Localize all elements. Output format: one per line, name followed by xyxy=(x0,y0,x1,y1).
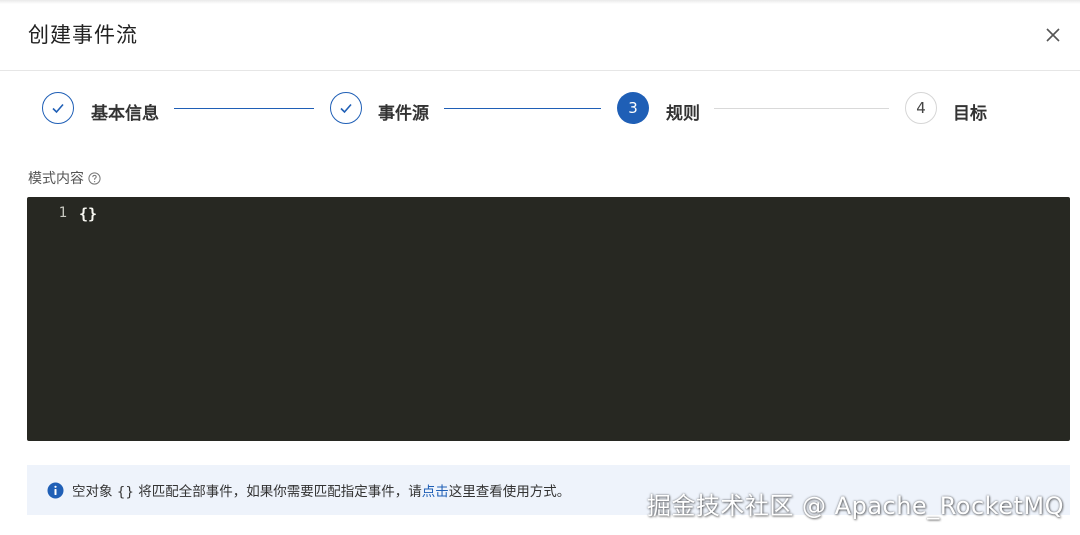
watermark: 掘金技术社区 @ Apache_RocketMQ xyxy=(646,492,1064,520)
line-number: 1 xyxy=(58,205,67,221)
pattern-code-editor[interactable]: 1 {} xyxy=(27,197,1070,441)
step-3-circle: 3 xyxy=(617,92,649,124)
dialog-header: 创建事件流 xyxy=(0,0,1080,71)
close-button[interactable] xyxy=(1042,24,1064,46)
close-icon xyxy=(1046,28,1060,42)
help-icon[interactable] xyxy=(88,171,101,185)
step-2-circle xyxy=(330,92,362,124)
notice-link[interactable]: 点击 xyxy=(422,480,449,500)
pattern-label-text: 模式内容 xyxy=(28,171,84,187)
notice-text-after: 这里查看使用方式。 xyxy=(448,484,571,500)
step-1-circle xyxy=(42,92,74,124)
step-4-label: 目标 xyxy=(953,104,987,124)
step-1-label: 基本信息 xyxy=(91,104,159,124)
check-icon xyxy=(340,103,352,114)
step-2-label: 事件源 xyxy=(378,104,429,124)
check-icon xyxy=(52,103,64,114)
pattern-field-label: 模式内容 xyxy=(28,168,101,188)
step-4-circle: 4 xyxy=(905,92,937,124)
code-line[interactable]: {} xyxy=(79,205,97,223)
step-3-label: 规则 xyxy=(666,104,700,124)
step-connector-3 xyxy=(714,108,889,109)
info-icon xyxy=(47,482,64,498)
step-connector-1 xyxy=(174,108,314,109)
notice-text-before: 空对象 {} 将匹配全部事件，如果你需要匹配指定事件，请 xyxy=(72,484,422,500)
step-progress: 基本信息 事件源 3 规则 4 目标 xyxy=(0,90,1080,130)
dialog-title: 创建事件流 xyxy=(28,23,138,47)
step-connector-2 xyxy=(444,108,601,109)
